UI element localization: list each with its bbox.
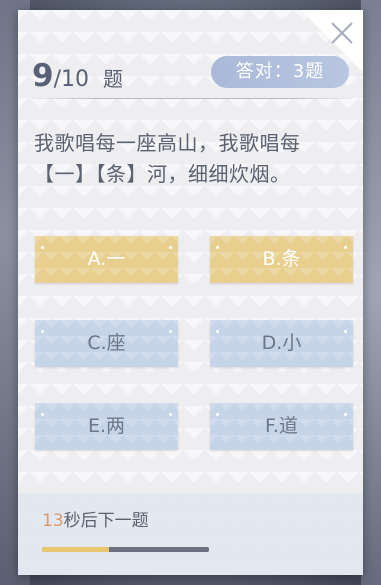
question-current: 9 (32, 58, 54, 94)
option-d-button[interactable]: D.小 (210, 320, 353, 367)
next-question-timer: 13秒后下一题 (42, 506, 149, 531)
question-line-2: 【一】【条】河，细细炊烟。 (34, 162, 291, 186)
timer-progress-fill (42, 547, 109, 552)
timer-suffix: 秒后下一题 (63, 511, 149, 531)
question-line-1: 我歌唱每一座高山，我歌唱每 (34, 131, 301, 155)
header-divider (32, 98, 351, 99)
quiz-header: 9/10 题 答对：3题 (32, 54, 349, 110)
option-c-button[interactable]: C.座 (35, 320, 178, 367)
option-e-button[interactable]: E.两 (35, 403, 178, 450)
close-icon[interactable] (329, 20, 355, 46)
question-total: 10 (61, 67, 89, 92)
question-separator: / (53, 67, 61, 92)
option-a-button[interactable]: A.一 (35, 236, 178, 283)
option-f-button[interactable]: F.道 (210, 403, 353, 450)
question-text: 我歌唱每一座高山，我歌唱每 【一】【条】河，细细炊烟。 (34, 128, 353, 190)
score-badge: 答对：3题 (211, 56, 349, 88)
timer-footer: 13秒后下一题 (18, 493, 363, 575)
question-unit: 题 (103, 67, 123, 91)
quiz-dialog: 9/10 题 答对：3题 我歌唱每一座高山，我歌唱每 【一】【条】河，细细炊烟。 … (18, 10, 363, 575)
timer-progress-bar (42, 547, 209, 552)
background-right (361, 0, 381, 585)
option-b-button[interactable]: B.条 (210, 236, 353, 283)
timer-seconds: 13 (42, 511, 64, 531)
question-counter: 9/10 题 (32, 58, 123, 94)
